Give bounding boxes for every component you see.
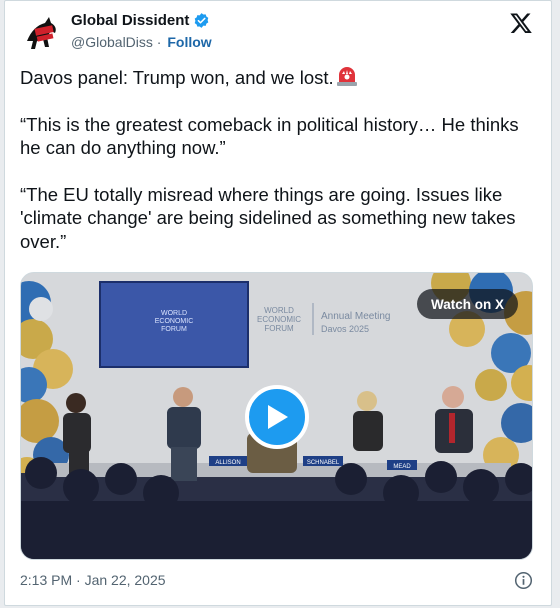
name-card-3: MEAD (393, 464, 411, 470)
tweet-paragraph-1: Davos panel: Trump won, and we lost. (20, 66, 537, 90)
avatar[interactable] (21, 11, 65, 55)
author-handle[interactable]: @GlobalDiss (71, 34, 153, 50)
author-handle-row: @GlobalDiss · Follow (71, 34, 212, 50)
tweet-paragraph-2: “This is the greatest comeback in politi… (20, 113, 519, 159)
author-display-name[interactable]: Global Dissident (71, 12, 189, 29)
x-logo-icon[interactable] (509, 11, 533, 35)
tweet-header: Global Dissident @GlobalDiss · Follow (19, 9, 537, 57)
name-card-1: ALLISON (215, 460, 240, 466)
backdrop-subtitle: Davos 2025 (321, 324, 369, 334)
tweet-text: Davos panel: Trump won, and we lost. “Th… (20, 66, 537, 276)
name-card-2: SCHNABEL (307, 460, 340, 466)
tweet-paragraph-3: “The EU totally misread where things are… (20, 183, 516, 252)
screen-logo-line-3: FORUM (161, 326, 187, 333)
backdrop-logo-line-2: ECONOMIC (257, 315, 301, 324)
play-icon (268, 405, 288, 429)
horse-logo-avatar-icon (21, 11, 65, 55)
tweet-line-1: Davos panel: Trump won, and we lost. (20, 67, 334, 88)
screen-logo-line-2: ECONOMIC (155, 318, 194, 325)
separator-dot: · (156, 34, 166, 50)
backdrop-title: Annual Meeting (321, 311, 391, 322)
follow-button[interactable]: Follow (167, 34, 211, 50)
watch-on-x-button[interactable]: Watch on X (417, 289, 518, 319)
backdrop-logo-line-3: FORUM (264, 324, 294, 333)
backdrop-logo-line-1: WORLD (264, 306, 294, 315)
author-name-row: Global Dissident (71, 12, 210, 29)
play-button[interactable] (245, 385, 309, 449)
tweet-card: Global Dissident @GlobalDiss · Follow Da… (4, 0, 552, 606)
tweet-timestamp[interactable]: 2:13 PM · Jan 22, 2025 (20, 572, 166, 588)
screen-logo-line-1: WORLD (161, 310, 187, 317)
info-icon[interactable] (514, 571, 533, 590)
police-siren-icon (336, 67, 357, 86)
verified-badge-icon (195, 13, 209, 28)
video-player[interactable]: WORLD ECONOMIC FORUM WORLD ECONOMIC FORU… (20, 272, 533, 560)
